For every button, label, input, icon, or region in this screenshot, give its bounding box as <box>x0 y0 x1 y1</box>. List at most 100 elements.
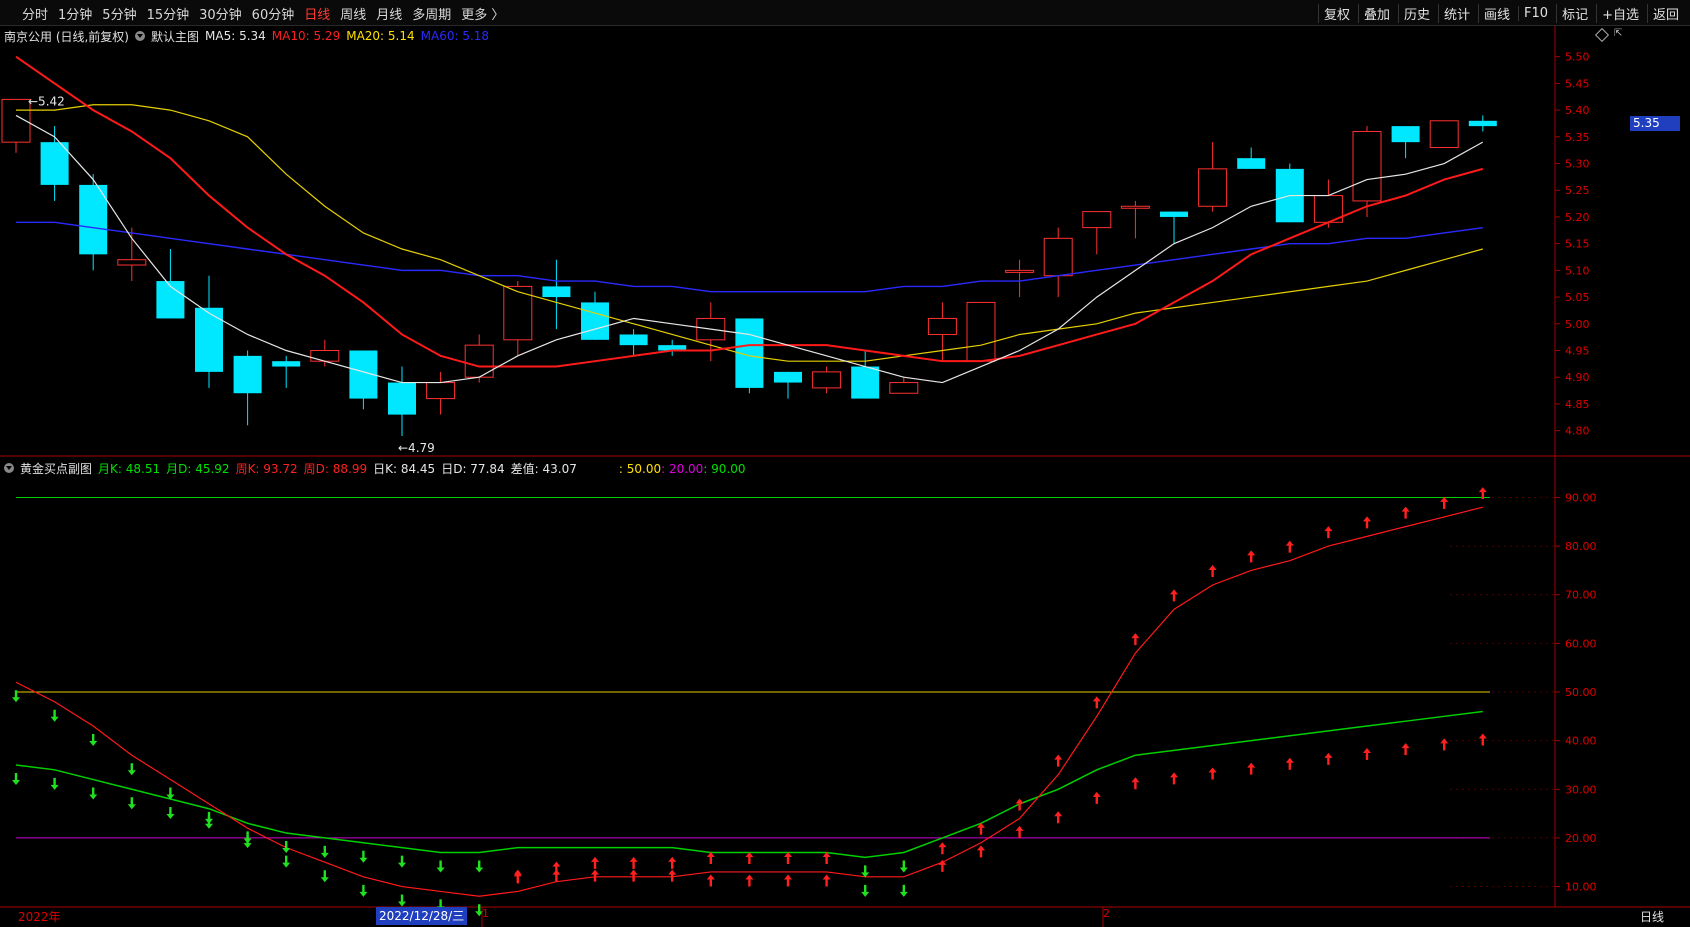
candle-body-down <box>233 355 262 394</box>
ma-value: MA60: 5.18 <box>420 29 490 43</box>
up-arrow-icon <box>1170 589 1178 602</box>
up-arrow-icon <box>1092 791 1101 804</box>
indicator-title[interactable]: 黄金买点副图 <box>20 460 92 477</box>
down-arrow-icon <box>127 763 136 776</box>
down-arrow-icon <box>320 870 329 883</box>
dropdown-circle-icon[interactable] <box>135 31 145 41</box>
down-arrow-icon <box>12 772 20 785</box>
up-arrow-icon <box>1363 748 1371 761</box>
up-arrow-icon <box>977 845 985 858</box>
candle-body-down <box>388 382 416 415</box>
candle-body-down <box>581 302 609 340</box>
candle-body-up <box>426 382 456 400</box>
template-name[interactable]: 默认主图 <box>151 28 199 45</box>
candle-body-up <box>1005 269 1035 273</box>
candle-body-up <box>812 371 842 389</box>
candle-body-down <box>774 371 802 383</box>
y-tick-label: 5.30 <box>1565 158 1590 171</box>
dropdown-circle-icon[interactable] <box>4 463 14 473</box>
up-arrow-icon <box>1324 752 1333 765</box>
y-tick-label: 30.00 <box>1565 783 1597 796</box>
ma-legend: MA5: 5.34 MA10: 5.29 MA20: 5.14 MA60: 5.18 <box>205 29 495 43</box>
candle-body-down <box>1237 158 1266 169</box>
up-arrow-icon <box>1092 696 1101 709</box>
y-tick-label: 5.40 <box>1565 104 1590 117</box>
year-label: 2022年 <box>18 910 61 924</box>
up-arrow-icon <box>1131 777 1140 790</box>
indicator-value: 日D: 77.84 <box>441 461 505 476</box>
main-chart-header: 南京公用 (日线,前复权) 默认主图 MA5: 5.34 MA10: 5.29 MA… <box>4 27 495 45</box>
up-arrow-icon <box>822 851 831 864</box>
y-tick-label: 4.90 <box>1565 371 1590 384</box>
candle-body-down <box>195 307 223 372</box>
y-tick-label: 20.00 <box>1565 832 1597 845</box>
up-arrow-icon <box>938 842 947 855</box>
candle-body-up <box>117 259 147 266</box>
up-arrow-icon <box>629 869 638 882</box>
y-tick-label: 5.35 <box>1565 131 1590 144</box>
candle-body-up <box>927 317 957 335</box>
up-arrow-icon <box>668 869 677 882</box>
stock-title[interactable]: 南京公用 (日线,前复权) <box>4 28 129 45</box>
y-tick-label: 5.25 <box>1565 184 1590 197</box>
up-arrow-icon <box>1208 565 1217 577</box>
down-arrow-icon <box>50 709 59 722</box>
indicator-value: 周D: 88.99 <box>303 461 368 476</box>
up-arrow-icon <box>1285 757 1294 770</box>
ma-value: MA5: 5.34 <box>205 29 266 43</box>
candle-body-down <box>1468 120 1497 127</box>
current-price-tag: 5.35 <box>1630 116 1680 131</box>
down-arrow-icon <box>89 787 98 800</box>
y-tick-label: 4.85 <box>1565 398 1590 411</box>
up-arrow-icon <box>1285 540 1294 553</box>
y-tick-label: 60.00 <box>1565 637 1597 650</box>
sub-chart-header: 黄金买点副图 月K: 48.51 月D: 45.92 周K: 93.72 周D: 88… <box>4 459 746 477</box>
y-tick-label: 70.00 <box>1565 589 1597 602</box>
month-k-line <box>15 710 1483 859</box>
down-arrow-icon <box>861 884 870 897</box>
down-arrow-icon <box>899 884 908 897</box>
up-arrow-icon <box>1440 738 1449 751</box>
down-arrow-icon <box>475 860 484 873</box>
indicator-value: 日K: 84.45 <box>373 461 436 476</box>
y-tick-label: 40.00 <box>1565 735 1597 748</box>
up-arrow-icon <box>668 856 677 869</box>
up-arrow-icon <box>1247 762 1256 775</box>
period-label[interactable]: 日线 <box>1640 908 1664 925</box>
candle-body-up <box>1043 237 1073 277</box>
month-mark: 2 <box>1103 907 1110 920</box>
down-arrow-icon <box>320 845 329 858</box>
up-arrow-icon <box>1131 633 1140 646</box>
indicator-value: 差值: 43.07 <box>510 461 577 476</box>
up-arrow-icon <box>745 874 754 887</box>
up-arrow-icon <box>706 874 715 887</box>
down-arrow-icon <box>282 855 291 868</box>
down-arrow-icon <box>899 860 908 873</box>
down-arrow-icon <box>282 841 291 854</box>
up-arrow-icon <box>784 851 792 864</box>
y-tick-label: 4.95 <box>1565 345 1590 358</box>
high-price-label: ←5.42 <box>28 94 65 108</box>
up-arrow-icon <box>1247 550 1256 563</box>
candle-body-up <box>966 301 996 362</box>
expand-icon[interactable]: ⇱ <box>1614 28 1624 40</box>
indicator-legend: 月K: 48.51 月D: 45.92 周K: 93.72 周D: 88.99 日K: … <box>98 460 746 477</box>
y-tick-label: 4.80 <box>1565 425 1590 438</box>
stock-chart-app: 分时 1分钟 5分钟 15分钟 30分钟 60分钟 日线 周线 月线 多周期 更多 〉 复权 叠加 历史… <box>0 0 1690 927</box>
down-arrow-icon <box>359 884 368 897</box>
up-arrow-icon <box>552 869 561 882</box>
y-tick-label: 5.20 <box>1565 211 1590 224</box>
down-arrow-icon <box>436 860 445 873</box>
candle-body-up <box>1198 168 1228 207</box>
y-tick-label: 5.10 <box>1565 264 1590 277</box>
down-arrow-icon <box>127 797 136 810</box>
up-arrow-icon <box>1208 767 1217 780</box>
y-tick-label: 5.05 <box>1565 291 1590 304</box>
y-tick-label: 5.15 <box>1565 238 1590 251</box>
month-mark: 1 <box>482 907 489 920</box>
candle-body-down <box>1391 126 1420 143</box>
candle-body-down <box>619 334 648 346</box>
up-arrow-icon <box>1324 526 1333 539</box>
indicator-value: 周K: 93.72 <box>235 461 298 476</box>
up-arrow-icon <box>745 851 754 864</box>
